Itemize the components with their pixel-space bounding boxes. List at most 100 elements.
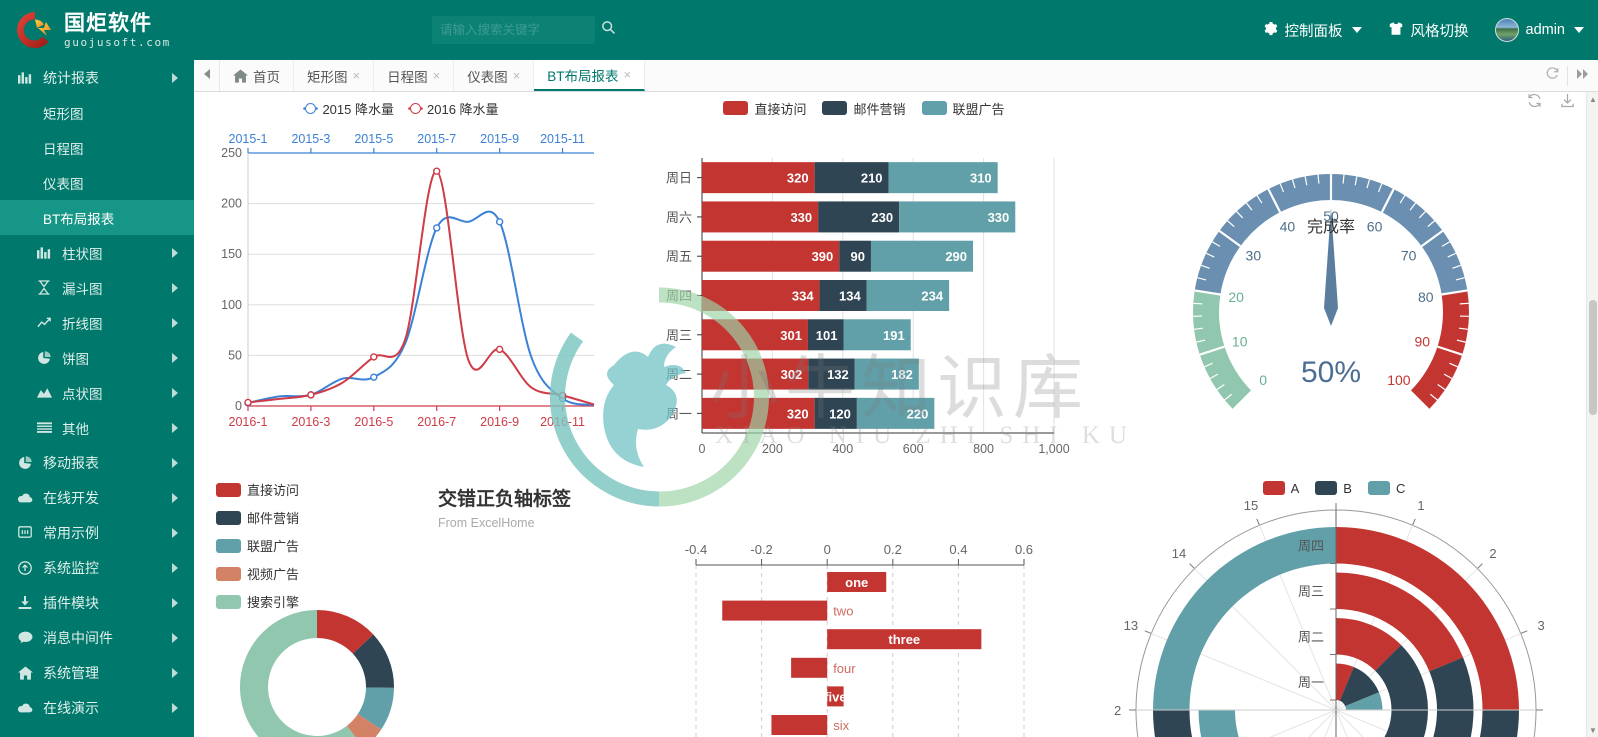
angle-tick-label: 1 xyxy=(1417,498,1424,513)
x-tick-label: 800 xyxy=(973,442,994,456)
tab-2[interactable]: 日程图 × xyxy=(374,60,455,91)
app-logo[interactable]: 国炬软件 guojusoft.com xyxy=(0,0,194,60)
chevron-left-icon xyxy=(202,67,212,85)
close-icon[interactable]: × xyxy=(433,68,441,83)
chevron-right-icon xyxy=(172,422,178,433)
home-icon xyxy=(233,68,248,83)
legend-item-0[interactable]: 直接访问 xyxy=(216,480,299,499)
x-tick-label: 0.6 xyxy=(1015,542,1033,557)
sidebar-item-6[interactable]: 漏斗图 xyxy=(0,270,194,305)
bar-label: two xyxy=(833,604,853,619)
legend-item-0[interactable]: 直接访问 xyxy=(723,99,806,118)
legend-item-2[interactable]: 联盟广告 xyxy=(216,536,299,555)
legend-item-1[interactable]: 邮件营销 xyxy=(216,508,299,527)
line-chart-icon xyxy=(35,316,53,330)
sidebar-item-9[interactable]: 点状图 xyxy=(0,375,194,410)
sidebar-item-5[interactable]: 柱状图 xyxy=(0,235,194,270)
sidebar-item-10[interactable]: 其他 xyxy=(0,410,194,445)
download-icon xyxy=(16,595,34,610)
tab-0[interactable]: 首页 xyxy=(220,60,294,91)
refresh-icon[interactable] xyxy=(1526,92,1543,114)
legend-swatch xyxy=(723,101,749,115)
legend-swatch xyxy=(1315,481,1338,495)
gauge-tick-label: 80 xyxy=(1418,289,1434,305)
sidebar-item-1[interactable]: 矩形图 xyxy=(0,95,194,130)
legend-label: 视频广告 xyxy=(247,567,300,582)
tab-scroll-left-button[interactable] xyxy=(194,60,220,91)
legend-item-1[interactable]: B xyxy=(1315,481,1352,496)
tab-refresh-button[interactable] xyxy=(1537,60,1567,91)
x-bottom-tick-label: 2016-9 xyxy=(480,415,519,429)
legend-label: 邮件营销 xyxy=(247,511,300,526)
legend-label: B xyxy=(1343,480,1352,496)
download-icon[interactable] xyxy=(1559,92,1576,114)
scroll-up-arrow[interactable]: ▲ xyxy=(1587,92,1598,106)
sidebar-item-17[interactable]: 系统管理 xyxy=(0,655,194,690)
tab-1[interactable]: 矩形图 × xyxy=(294,60,375,91)
search-input[interactable] xyxy=(440,23,601,37)
angle-tick-label: 2 xyxy=(1489,546,1496,561)
tab-more-button[interactable] xyxy=(1568,60,1598,91)
header-actions: 控制面板 风格切换 admin xyxy=(1263,0,1584,60)
sidebar-item-8[interactable]: 饼图 xyxy=(0,340,194,375)
x-tick-label: 200 xyxy=(762,442,783,456)
legend-item-2[interactable]: 联盟广告 xyxy=(921,99,1005,118)
sidebar-item-13[interactable]: 常用示例 xyxy=(0,515,194,550)
x-bottom-tick-label: 2016-7 xyxy=(417,415,456,429)
search-icon[interactable] xyxy=(601,20,616,40)
sidebar-item-12[interactable]: 在线开发 xyxy=(0,480,194,515)
theme-switch-menu[interactable]: 风格切换 xyxy=(1388,20,1469,41)
x-tick-label: 600 xyxy=(903,442,924,456)
tab-3[interactable]: 仪表图 × xyxy=(454,60,535,91)
legend-item-1[interactable]: 邮件营销 xyxy=(822,99,906,118)
bar-value-label: 134 xyxy=(839,289,861,304)
content-scrollbar[interactable]: ▲ ▼ xyxy=(1586,92,1598,737)
gauge-band-0 xyxy=(1193,290,1252,410)
legend-swatch xyxy=(216,482,241,497)
x-top-tick-label: 2015-1 xyxy=(229,132,268,146)
tab-4[interactable]: BT布局报表 × xyxy=(534,60,646,91)
category-label: 周五 xyxy=(666,249,692,264)
bar-value-label: 191 xyxy=(883,328,905,343)
legend-item-3[interactable]: 视频广告 xyxy=(216,564,299,583)
scrollbar-thumb[interactable] xyxy=(1589,300,1597,415)
sidebar-item-3[interactable]: 仪表图 xyxy=(0,165,194,200)
cloud-icon xyxy=(16,492,34,504)
legend-item-1[interactable]: 2016 降水量 xyxy=(410,99,499,118)
sidebar-item-2[interactable]: 日程图 xyxy=(0,130,194,165)
x-tick-label: 0 xyxy=(824,542,831,557)
chevron-right-icon xyxy=(172,667,178,678)
control-panel-menu[interactable]: 控制面板 xyxy=(1263,20,1362,41)
sidebar-item-label: 系统管理 xyxy=(43,664,99,681)
sidebar-item-14[interactable]: 系统监控 xyxy=(0,550,194,585)
sidebar-item-16[interactable]: 消息中间件 xyxy=(0,620,194,655)
sidebar-nav[interactable]: 统计报表 矩形图 日程图 仪表图 BT布局报表 柱状图 漏斗图 折线图 饼图 点状图 其他 移动报表在… xyxy=(0,60,194,737)
bar-value-label: 302 xyxy=(781,367,803,382)
sidebar-item-11[interactable]: 移动报表 xyxy=(0,445,194,480)
legend-item-0[interactable]: A xyxy=(1262,481,1299,496)
sidebar-item-7[interactable]: 折线图 xyxy=(0,305,194,340)
pie-chart-icon xyxy=(35,350,53,365)
sidebar-item-0[interactable]: 统计报表 xyxy=(0,60,194,95)
sidebar-item-18[interactable]: 在线演示 xyxy=(0,690,194,725)
close-icon[interactable]: × xyxy=(624,67,632,82)
chevron-right-icon xyxy=(172,632,178,643)
tab-label: 仪表图 xyxy=(467,69,508,85)
sidebar-item-4[interactable]: BT布局报表 xyxy=(0,200,194,235)
refresh-icon xyxy=(1545,66,1560,86)
legend-label: 联盟广告 xyxy=(247,539,300,554)
bar-value-label: 90 xyxy=(850,249,864,264)
app-root: 国炬软件 guojusoft.com 控制面板 xyxy=(0,0,1598,737)
legend-item-0[interactable]: 2015 降水量 xyxy=(305,99,394,118)
close-icon[interactable]: × xyxy=(513,68,521,83)
cloud-icon xyxy=(16,702,34,714)
global-search[interactable] xyxy=(432,16,616,44)
angle-tick-label: 15 xyxy=(1244,498,1258,513)
legend-item-2[interactable]: C xyxy=(1367,481,1405,496)
close-icon[interactable]: × xyxy=(353,68,361,83)
bar-value-label: 320 xyxy=(787,406,809,421)
sidebar-item-label: 矩形图 xyxy=(43,106,84,122)
sidebar-item-15[interactable]: 插件模块 xyxy=(0,585,194,620)
user-menu[interactable]: admin xyxy=(1494,18,1584,42)
scroll-down-arrow[interactable]: ▼ xyxy=(1587,723,1598,737)
